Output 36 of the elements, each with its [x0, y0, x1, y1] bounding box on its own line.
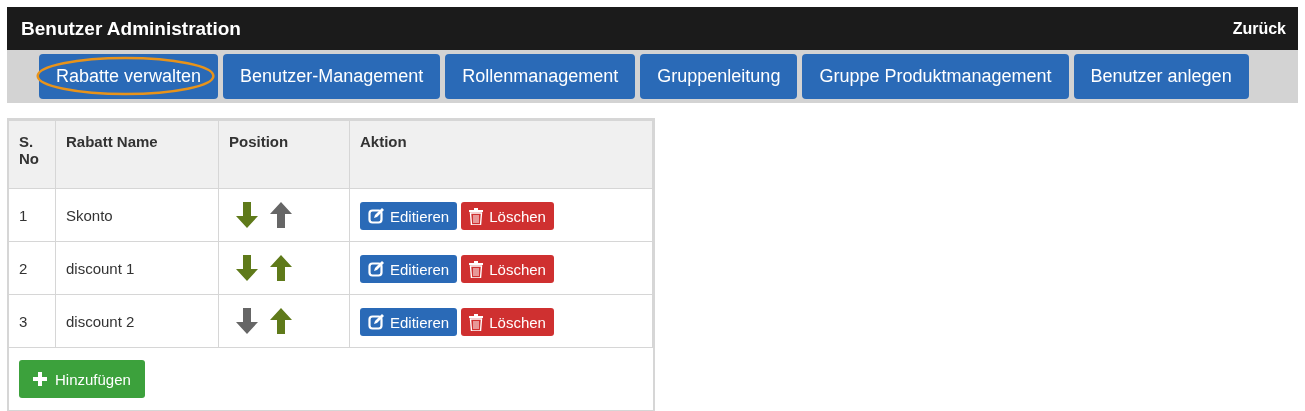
- tab[interactable]: Rabatte verwalten: [39, 54, 219, 99]
- table-cell: 1: [9, 188, 56, 242]
- tab[interactable]: Benutzer-Management: [223, 54, 441, 99]
- move-up-icon[interactable]: [270, 255, 292, 281]
- edit-button[interactable]: Editieren: [360, 308, 458, 336]
- column-header: S. No: [9, 120, 56, 189]
- tab[interactable]: Gruppenleitung: [640, 54, 798, 99]
- edit-icon: [368, 314, 384, 330]
- trash-icon: [469, 313, 484, 331]
- edit-icon: [368, 208, 384, 224]
- move-down-icon[interactable]: [236, 255, 258, 281]
- tab[interactable]: Gruppe Produktmanagement: [802, 54, 1069, 99]
- column-header: Aktion: [349, 120, 653, 189]
- table-cell: 3: [9, 294, 56, 348]
- page-title: Benutzer Administration: [21, 17, 241, 40]
- table-cell: 2: [9, 241, 56, 295]
- delete-button[interactable]: Löschen: [461, 255, 554, 283]
- edit-button[interactable]: Editieren: [360, 255, 458, 283]
- edit-button[interactable]: Editieren: [360, 202, 458, 230]
- back-link[interactable]: Zurück: [1232, 19, 1286, 38]
- table-cell: discount 1: [55, 241, 219, 295]
- plus-icon: [33, 372, 47, 386]
- delete-button[interactable]: Löschen: [461, 308, 554, 336]
- column-header: Rabatt Name: [55, 120, 219, 189]
- table-cell: Skonto: [55, 188, 219, 242]
- trash-icon: [469, 207, 484, 225]
- edit-icon: [368, 261, 384, 277]
- tab[interactable]: Benutzer anlegen: [1073, 54, 1249, 99]
- column-header: Position: [218, 120, 350, 189]
- tab[interactable]: Rollenmanagement: [445, 54, 636, 99]
- move-down-icon[interactable]: [236, 202, 258, 228]
- trash-icon: [469, 260, 484, 278]
- move-up-icon[interactable]: [270, 308, 292, 334]
- delete-button[interactable]: Löschen: [461, 202, 554, 230]
- table-cell: discount 2: [55, 294, 219, 348]
- add-button[interactable]: Hinzufügen: [19, 360, 145, 398]
